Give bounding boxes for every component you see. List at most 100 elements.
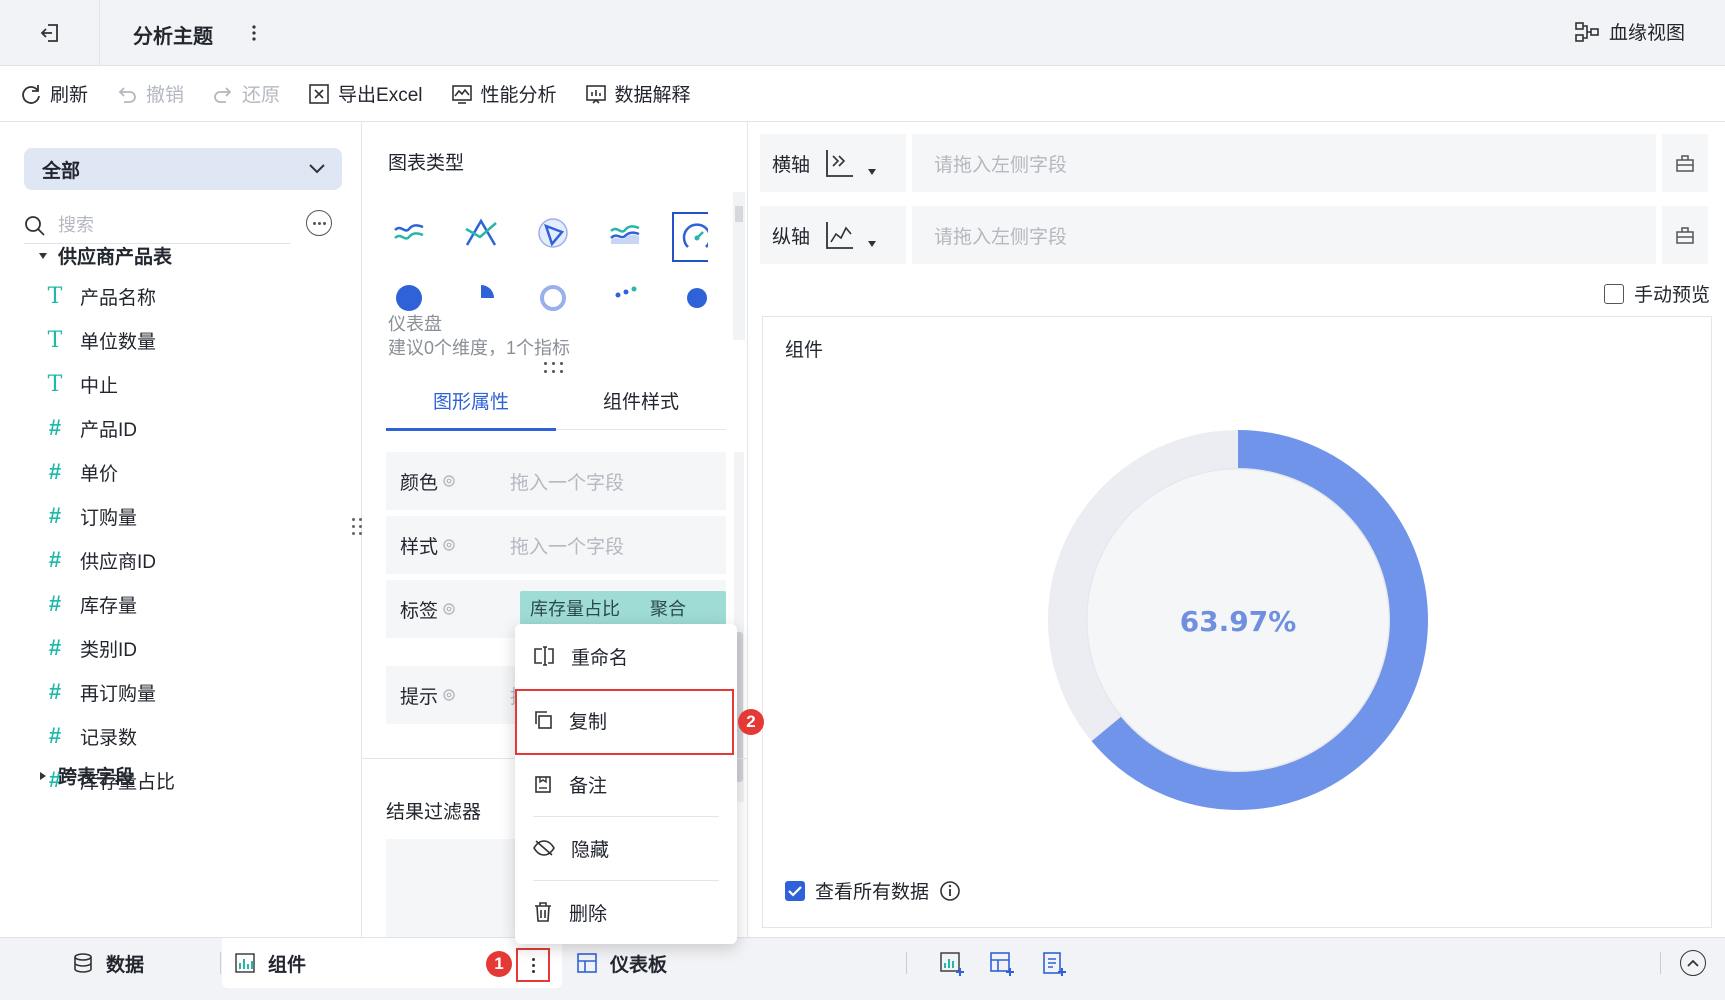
field-item[interactable]: # 供应商ID	[44, 538, 175, 582]
chart-type-line[interactable]	[384, 208, 434, 258]
left-panel-splitter[interactable]	[352, 518, 362, 535]
menu-item-note[interactable]: 备注	[515, 752, 737, 816]
result-filter-title: 结果过滤器	[386, 802, 482, 823]
tab-dashboard-label: 仪表板	[610, 954, 668, 976]
field-item[interactable]: T 中止	[44, 362, 175, 406]
search-box	[24, 208, 290, 244]
export-excel-button[interactable]: 导出Excel	[308, 80, 423, 107]
chart-type-gauge[interactable]	[672, 212, 708, 262]
menu-item-hide-label: 隐藏	[571, 839, 610, 861]
y-axis-settings-button[interactable]	[1662, 206, 1708, 264]
menu-item-hide[interactable]: 隐藏	[515, 816, 737, 880]
manual-preview-checkbox[interactable]	[1604, 283, 1624, 304]
menu-item-rename-label: 重命名	[571, 647, 629, 669]
prop-style-placeholder: 拖入一个字段	[510, 536, 625, 558]
tab-graphic-properties[interactable]: 图形属性	[386, 370, 556, 431]
undo-button[interactable]: 撤销	[116, 80, 184, 107]
exit-button[interactable]	[0, 0, 100, 66]
prop-style-row[interactable]: 样式 拖入一个字段	[386, 516, 726, 574]
field-item[interactable]: T 单位数量	[44, 318, 175, 362]
info-icon[interactable]	[939, 880, 961, 902]
chart-type-rose[interactable]	[456, 273, 506, 323]
chart-type-scatter[interactable]	[600, 273, 650, 323]
manual-preview-toggle[interactable]: 手动预览	[1604, 280, 1710, 307]
menu-item-rename[interactable]: 重命名	[515, 624, 737, 688]
add-chart-icon	[940, 952, 964, 976]
component-more-button[interactable]	[516, 948, 550, 982]
chart-type-ring[interactable]	[528, 273, 578, 323]
briefcase-icon	[1676, 155, 1694, 172]
chart-type-hint: 建议0个维度，1个指标	[388, 338, 571, 358]
chart-type-area[interactable]	[600, 208, 650, 258]
collapse-button[interactable]	[1680, 950, 1706, 976]
cross-table-node[interactable]: 跨表字段	[38, 762, 134, 789]
x-axis-label-box[interactable]: 横轴	[760, 134, 906, 192]
lineage-view-button[interactable]: 血缘视图	[1575, 18, 1685, 45]
prop-color-label: 颜色	[400, 472, 439, 494]
field-item[interactable]: # 再订购量	[44, 670, 175, 714]
field-item[interactable]: # 库存量	[44, 582, 175, 626]
redo-icon	[214, 86, 232, 103]
refresh-button[interactable]: 刷新	[20, 80, 88, 107]
caret-down-icon	[39, 252, 47, 259]
count-type-icon: #	[48, 723, 62, 748]
performance-analysis-button[interactable]: 性能分析	[451, 80, 557, 107]
table-node[interactable]: 供应商产品表	[38, 242, 172, 269]
field-item[interactable]: # 单价	[44, 450, 175, 494]
x-axis-settings-button[interactable]	[1662, 134, 1708, 192]
add-dashboard-icon	[990, 952, 1014, 976]
add-report-button[interactable]	[1040, 950, 1068, 978]
prop-color-row[interactable]: 颜色 拖入一个字段	[386, 452, 726, 510]
chart-type-grid	[384, 208, 708, 323]
ring-chart-icon	[540, 285, 566, 311]
tab-dashboard[interactable]: 仪表板	[576, 938, 667, 988]
add-component-button[interactable]	[938, 950, 966, 978]
lineage-icon	[1575, 21, 1599, 42]
tab-data[interactable]: 数据	[72, 938, 144, 988]
x-axis-label: 横轴	[772, 154, 811, 176]
add-dashboard-button[interactable]	[988, 950, 1016, 978]
gear-icon	[443, 603, 455, 615]
field-item[interactable]: # 产品ID	[44, 406, 175, 450]
field-item[interactable]: T 产品名称	[44, 274, 175, 318]
chart-type-scrollbar[interactable]	[733, 192, 745, 340]
chart-type-bubble[interactable]	[672, 273, 708, 323]
database-icon	[74, 953, 92, 973]
caret-down-icon	[868, 169, 877, 175]
search-icon	[25, 215, 45, 236]
field-item-label: 产品ID	[80, 419, 138, 441]
tab-component-style[interactable]: 组件样式	[556, 370, 726, 430]
label-field-agg: 聚合	[650, 599, 686, 619]
field-more-button[interactable]	[306, 210, 332, 236]
briefcase-icon	[1676, 227, 1694, 244]
field-item[interactable]: # 记录数	[44, 714, 175, 758]
scope-select[interactable]: 全部	[24, 148, 342, 190]
y-axis-dropzone[interactable]: 请拖入左侧字段	[912, 206, 1656, 264]
text-type-icon: T	[47, 371, 63, 397]
cross-table-label: 跨表字段	[58, 767, 135, 788]
view-all-checkbox[interactable]	[785, 880, 805, 901]
redo-button[interactable]: 还原	[212, 80, 280, 107]
view-all-data-toggle[interactable]: 查看所有数据	[785, 877, 961, 904]
field-list: T 产品名称 T 单位数量 T 中止 # 产品ID # 单价 # 订购量 # 供应商ID # 库存量 # 类别ID…	[44, 274, 175, 802]
data-explain-button[interactable]: 数据解释	[585, 80, 691, 107]
area-chart-icon	[610, 225, 640, 244]
field-item[interactable]: # 类别ID	[44, 626, 175, 670]
refresh-label: 刷新	[50, 85, 89, 106]
field-item-label: 供应商ID	[80, 551, 157, 573]
gauge-chart-icon	[682, 223, 708, 248]
chart-type-radar-line[interactable]	[456, 208, 506, 258]
menu-item-delete[interactable]: 删除	[515, 880, 737, 944]
chart-type-radar[interactable]	[528, 208, 578, 258]
export-label: 导出Excel	[338, 85, 423, 106]
field-item[interactable]: # 订购量	[44, 494, 175, 538]
undo-icon	[118, 86, 136, 103]
title-more-button[interactable]	[244, 18, 264, 48]
search-input[interactable]	[58, 215, 258, 236]
y-axis-label-box[interactable]: 纵轴	[760, 206, 906, 264]
x-axis-dropzone[interactable]: 请拖入左侧字段	[912, 134, 1656, 192]
rose-chart-icon	[481, 285, 494, 298]
label-field-chip[interactable]: 库存量占比 聚合	[520, 591, 726, 625]
number-type-icon: #	[48, 635, 62, 660]
line-chart-icon	[394, 224, 424, 240]
